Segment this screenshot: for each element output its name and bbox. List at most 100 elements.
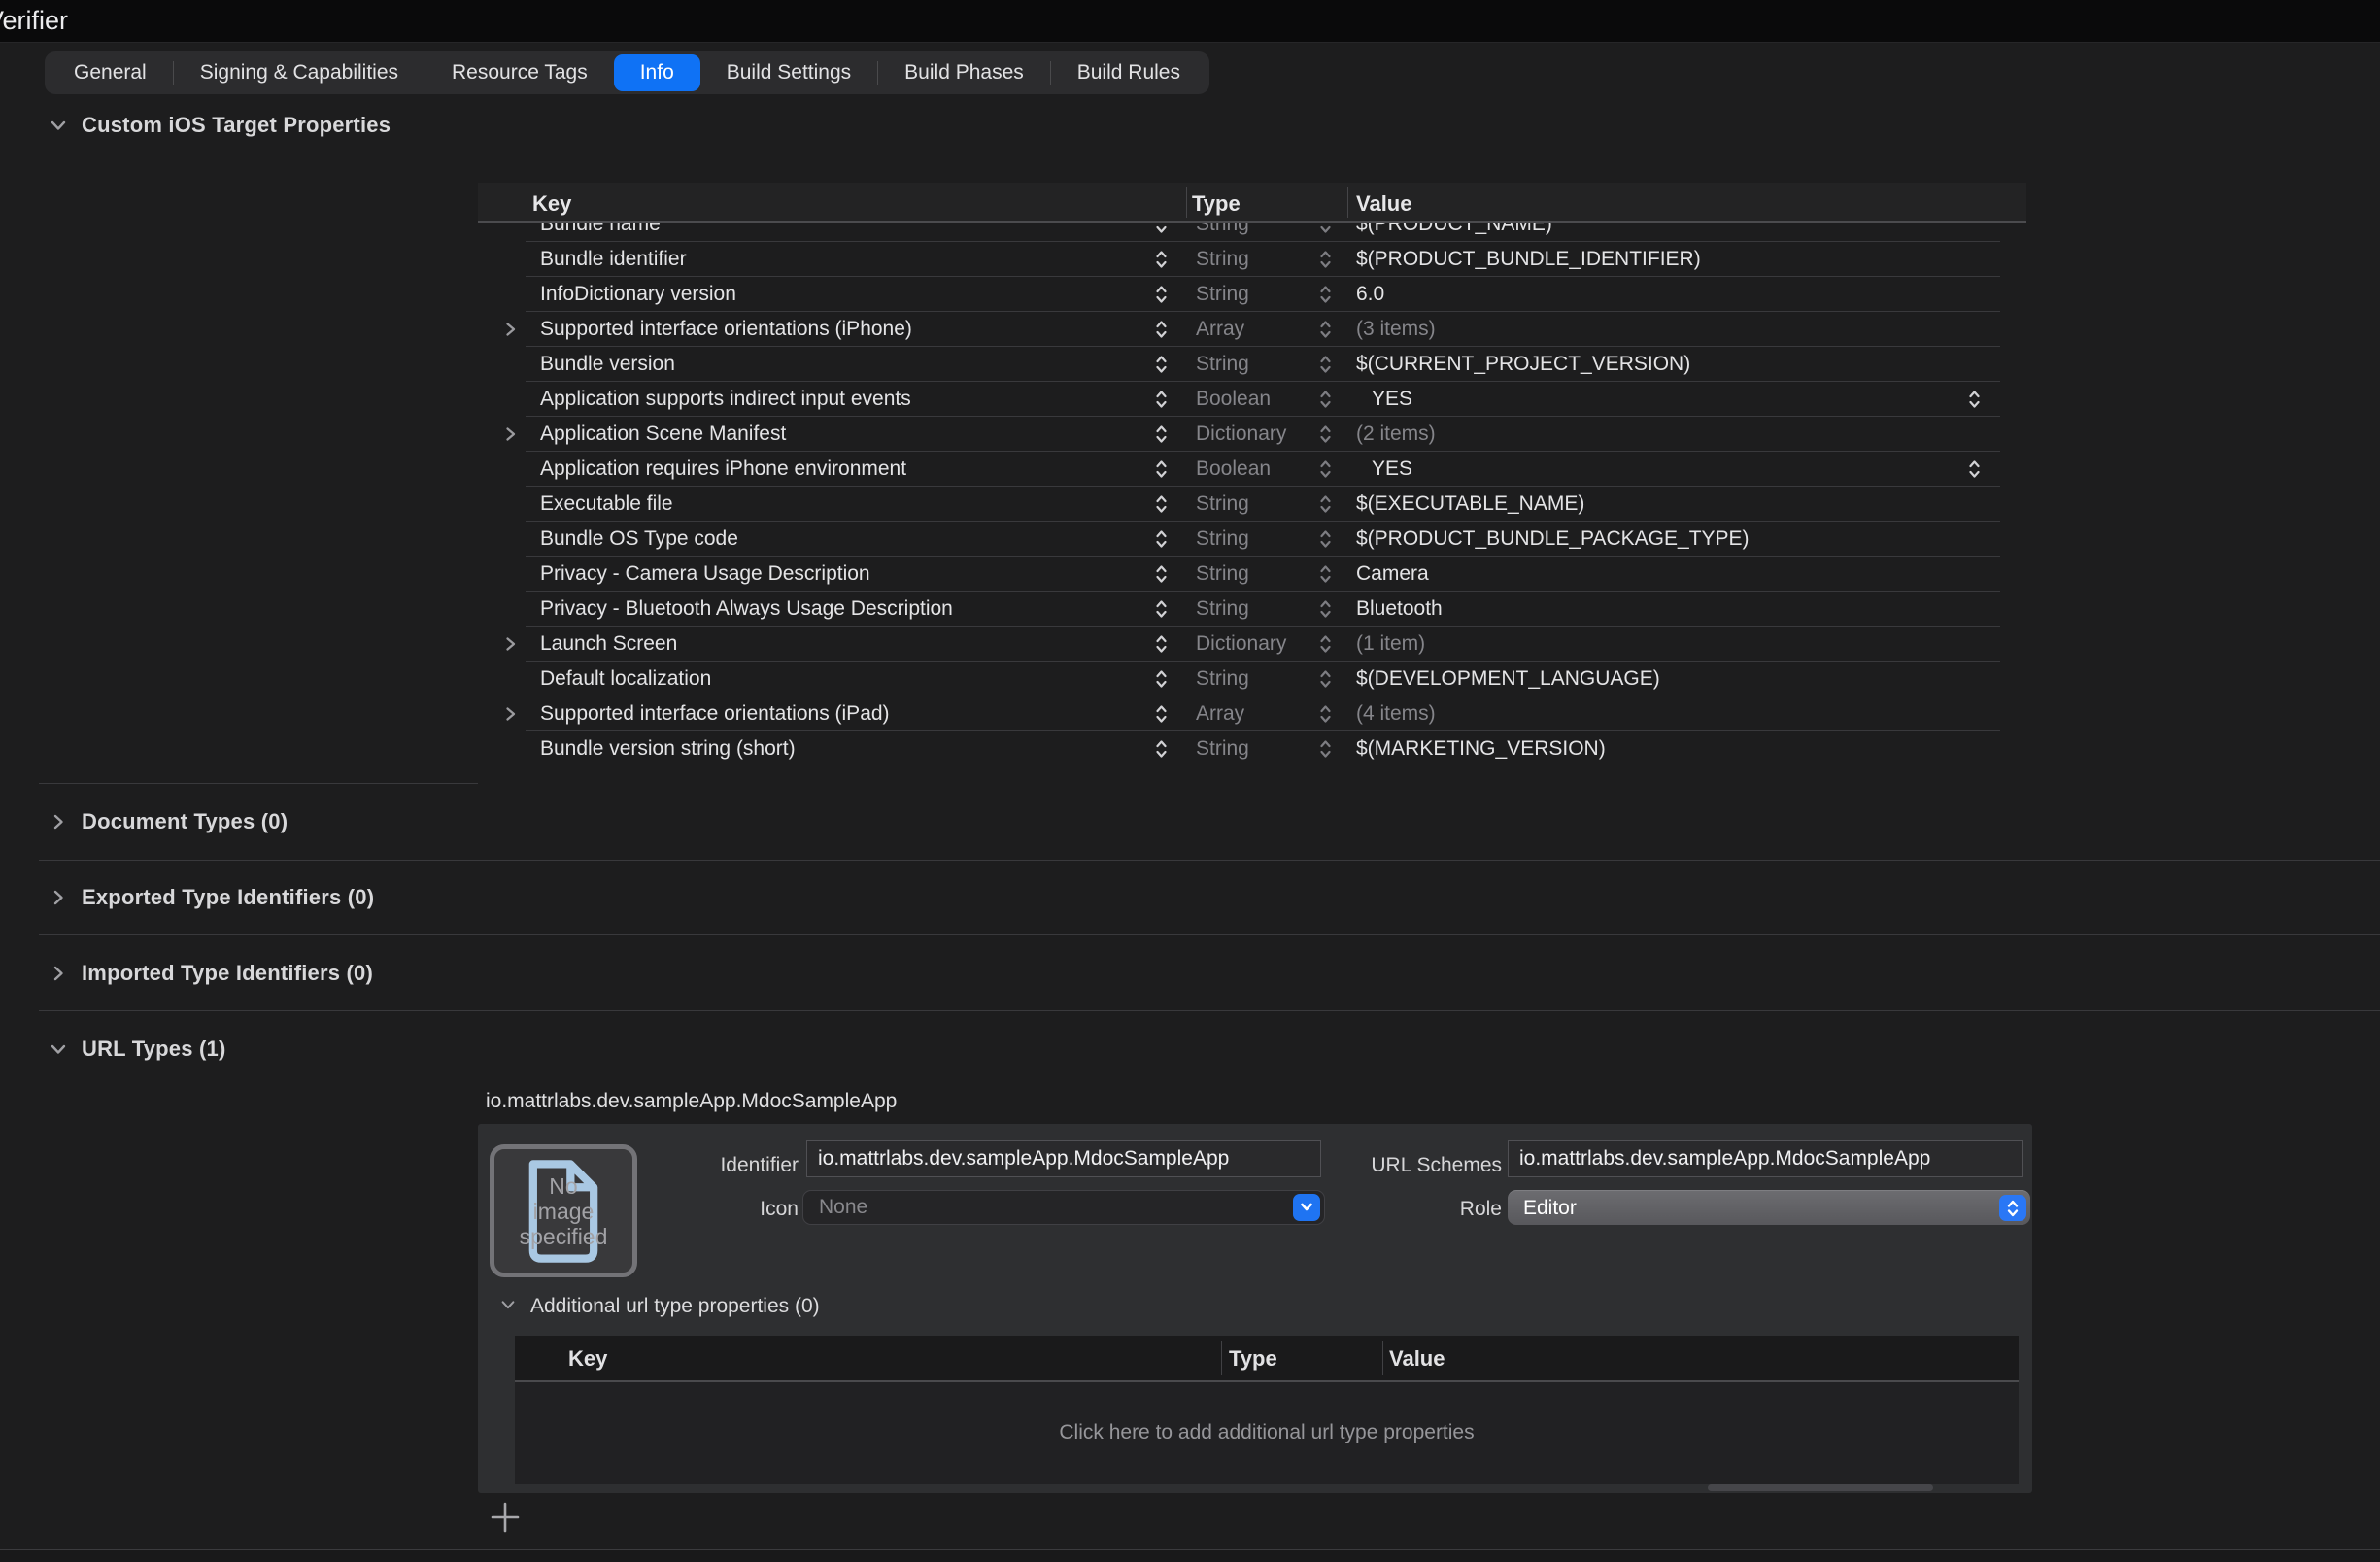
property-key-cell[interactable]: Bundle version (540, 347, 1123, 382)
property-value-cell[interactable]: $(MARKETING_VERSION) (1356, 731, 1958, 766)
url-type-image-well[interactable]: Noimagespecified (490, 1144, 637, 1277)
chevron-right-icon[interactable] (49, 888, 68, 907)
property-value-cell[interactable]: (1 item) (1356, 627, 1958, 662)
section-document-types[interactable]: Document Types (0) (49, 809, 288, 834)
disclosure-triangle-icon[interactable] (499, 627, 521, 662)
property-type-cell[interactable]: Dictionary (1196, 417, 1303, 452)
property-value-cell[interactable]: $(PRODUCT_BUNDLE_IDENTIFIER) (1356, 242, 1958, 277)
property-key-cell[interactable]: Supported interface orientations (iPhone… (540, 312, 1123, 347)
column-header-key[interactable]: Key (532, 191, 571, 217)
key-stepper-icon[interactable] (1149, 557, 1173, 592)
column-divider[interactable] (1347, 187, 1348, 218)
key-stepper-icon[interactable] (1149, 731, 1173, 766)
property-value-cell[interactable]: (4 items) (1356, 696, 1958, 731)
key-stepper-icon[interactable] (1149, 662, 1173, 696)
property-key-cell[interactable]: Bundle identifier (540, 242, 1123, 277)
tab-info[interactable]: Info (614, 54, 700, 91)
property-value-cell[interactable]: YES (1372, 382, 1974, 417)
property-type-cell[interactable]: Boolean (1196, 382, 1303, 417)
property-type-cell[interactable]: Array (1196, 312, 1303, 347)
combo-dropdown-button[interactable] (1293, 1194, 1320, 1221)
property-value-cell[interactable]: Bluetooth (1356, 592, 1958, 627)
chevron-down-icon[interactable] (49, 116, 68, 135)
property-key-cell[interactable]: Launch Screen (540, 627, 1123, 662)
type-stepper-icon[interactable] (1314, 347, 1336, 382)
disclosure-triangle-icon[interactable] (499, 417, 521, 452)
type-stepper-icon[interactable] (1314, 223, 1336, 242)
key-stepper-icon[interactable] (1149, 627, 1173, 662)
property-key-cell[interactable]: Bundle version string (short) (540, 731, 1123, 766)
tab-build-rules[interactable]: Build Rules (1051, 54, 1207, 91)
column-header-key[interactable]: Key (568, 1346, 607, 1372)
property-type-cell[interactable]: String (1196, 242, 1303, 277)
role-popup-button[interactable]: Editor (1508, 1190, 2030, 1225)
column-header-value[interactable]: Value (1389, 1346, 1445, 1372)
property-type-cell[interactable]: String (1196, 592, 1303, 627)
property-type-cell[interactable]: Array (1196, 696, 1303, 731)
column-header-type[interactable]: Type (1229, 1346, 1277, 1372)
property-key-cell[interactable]: InfoDictionary version (540, 277, 1123, 312)
property-key-cell[interactable]: Application Scene Manifest (540, 417, 1123, 452)
property-key-cell[interactable]: Default localization (540, 662, 1123, 696)
icon-combo-box[interactable]: None (802, 1190, 1325, 1225)
type-stepper-icon[interactable] (1314, 312, 1336, 347)
type-stepper-icon[interactable] (1314, 731, 1336, 766)
type-stepper-icon[interactable] (1314, 696, 1336, 731)
property-type-cell[interactable]: Dictionary (1196, 627, 1303, 662)
key-stepper-icon[interactable] (1149, 312, 1173, 347)
property-key-cell[interactable]: Application requires iPhone environment (540, 452, 1123, 487)
property-key-cell[interactable]: Bundle name (540, 223, 1123, 242)
key-stepper-icon[interactable] (1149, 696, 1173, 731)
property-value-cell[interactable]: $(EXECUTABLE_NAME) (1356, 487, 1958, 522)
property-key-cell[interactable]: Application supports indirect input even… (540, 382, 1123, 417)
property-key-cell[interactable]: Supported interface orientations (iPad) (540, 696, 1123, 731)
section-custom-ios-target-properties[interactable]: Custom iOS Target Properties (49, 113, 391, 138)
property-value-cell[interactable]: (2 items) (1356, 417, 1958, 452)
tab-build-settings[interactable]: Build Settings (700, 54, 877, 91)
chevron-right-icon[interactable] (49, 964, 68, 983)
type-stepper-icon[interactable] (1314, 662, 1336, 696)
property-value-cell[interactable]: $(DEVELOPMENT_LANGUAGE) (1356, 662, 1958, 696)
value-stepper-icon[interactable] (1962, 382, 1986, 417)
column-header-type[interactable]: Type (1192, 191, 1241, 217)
additional-properties-empty-area[interactable]: Click here to add additional url type pr… (515, 1382, 2019, 1482)
property-value-cell[interactable]: Camera (1356, 557, 1958, 592)
type-stepper-icon[interactable] (1314, 627, 1336, 662)
key-stepper-icon[interactable] (1149, 223, 1173, 242)
chevron-down-icon[interactable] (49, 1039, 68, 1059)
key-stepper-icon[interactable] (1149, 452, 1173, 487)
property-key-cell[interactable]: Privacy - Bluetooth Always Usage Descrip… (540, 592, 1123, 627)
key-stepper-icon[interactable] (1149, 277, 1173, 312)
property-value-cell[interactable]: 6.0 (1356, 277, 1958, 312)
key-stepper-icon[interactable] (1149, 592, 1173, 627)
property-type-cell[interactable]: String (1196, 662, 1303, 696)
property-key-cell[interactable]: Executable file (540, 487, 1123, 522)
type-stepper-icon[interactable] (1314, 452, 1336, 487)
section-url-types[interactable]: URL Types (1) (49, 1036, 225, 1062)
key-stepper-icon[interactable] (1149, 347, 1173, 382)
additional-url-type-properties-disclosure[interactable]: Additional url type properties (0) (499, 1295, 820, 1318)
value-stepper-icon[interactable] (1962, 452, 1986, 487)
property-type-cell[interactable]: String (1196, 347, 1303, 382)
property-type-cell[interactable]: String (1196, 487, 1303, 522)
tab-general[interactable]: General (48, 54, 173, 91)
column-divider[interactable] (1382, 1341, 1383, 1375)
property-value-cell[interactable]: $(PRODUCT_BUNDLE_PACKAGE_TYPE) (1356, 522, 1958, 557)
property-value-cell[interactable]: YES (1372, 452, 1974, 487)
url-schemes-field[interactable]: io.mattrlabs.dev.sampleApp.MdocSampleApp (1508, 1140, 2023, 1177)
horizontal-scrollbar-thumb[interactable] (1708, 1484, 1933, 1491)
type-stepper-icon[interactable] (1314, 382, 1336, 417)
property-type-cell[interactable]: Boolean (1196, 452, 1303, 487)
property-type-cell[interactable]: String (1196, 522, 1303, 557)
chevron-down-icon[interactable] (499, 1296, 517, 1318)
property-value-cell[interactable]: (3 items) (1356, 312, 1958, 347)
add-url-type-button[interactable] (484, 1496, 527, 1539)
key-stepper-icon[interactable] (1149, 487, 1173, 522)
column-divider[interactable] (1221, 1341, 1222, 1375)
type-stepper-icon[interactable] (1314, 592, 1336, 627)
key-stepper-icon[interactable] (1149, 242, 1173, 277)
type-stepper-icon[interactable] (1314, 277, 1336, 312)
tab-signing-capabilities[interactable]: Signing & Capabilities (174, 54, 425, 91)
section-imported-type-identifiers[interactable]: Imported Type Identifiers (0) (49, 961, 373, 986)
property-type-cell[interactable]: String (1196, 277, 1303, 312)
